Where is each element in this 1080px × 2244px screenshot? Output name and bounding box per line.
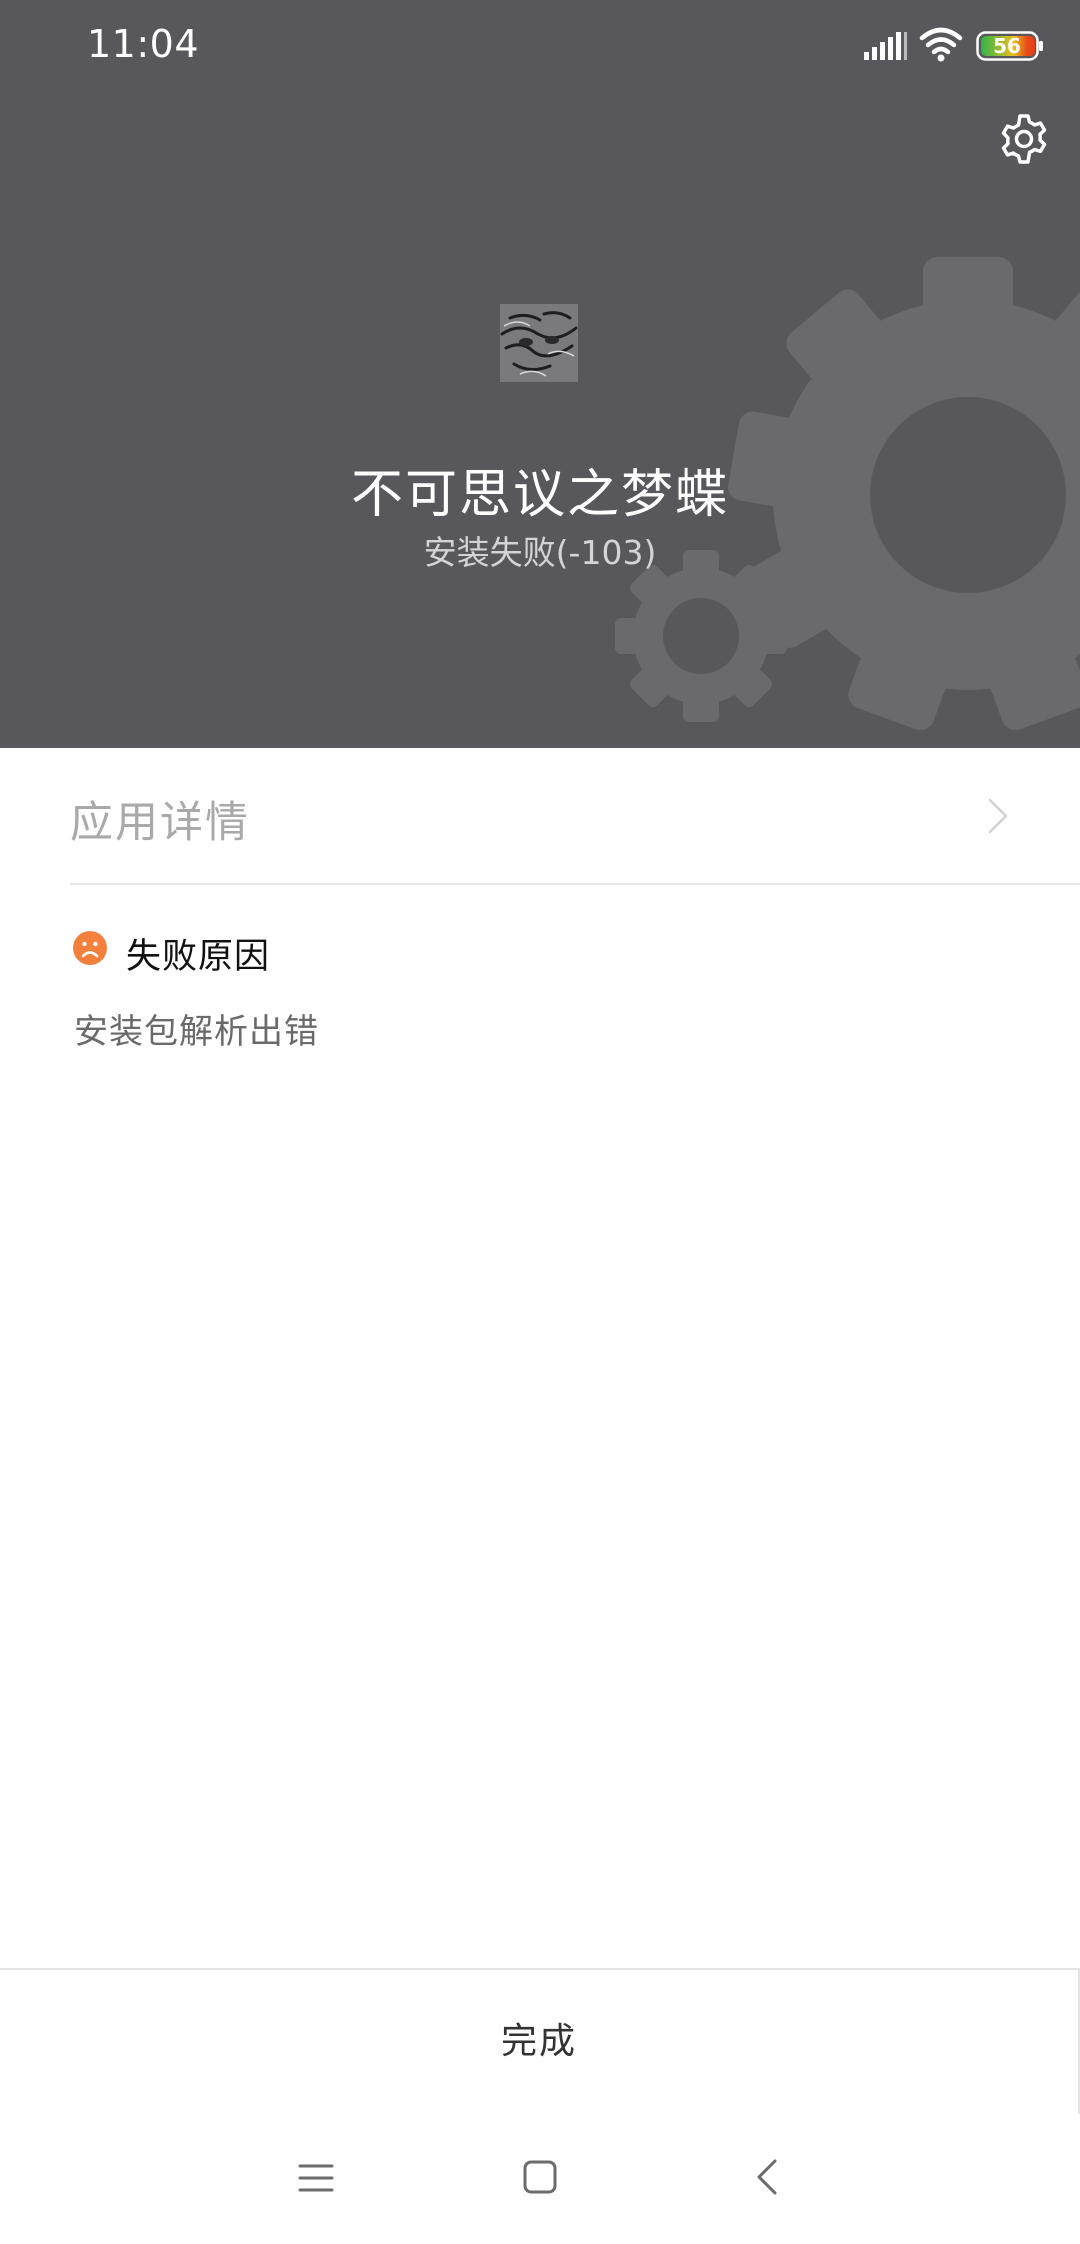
app-details-label: 应用详情	[70, 798, 250, 848]
battery-level: 56	[993, 34, 1021, 58]
done-button[interactable]: 完成	[0, 1968, 1080, 2116]
install-status: 安装失败(-103)	[423, 533, 657, 572]
header-panel: 11:04 56 不可思议之梦蝶 安装失败(-103)	[0, 0, 1080, 748]
failure-reason-text: 安装包解析出错	[74, 1012, 319, 1052]
navigation-bar	[0, 2114, 1080, 2244]
failure-reason-title: 失败原因	[126, 937, 271, 977]
done-button-label: 完成	[500, 2021, 577, 2062]
status-time: 11:04	[87, 22, 200, 66]
status-bar: 11:04 56	[0, 0, 1080, 96]
app-details-row[interactable]: 应用详情	[0, 748, 1080, 884]
back-icon[interactable]	[756, 2158, 778, 2196]
status-icons: 56	[864, 26, 1044, 66]
menu-icon[interactable]	[298, 2162, 334, 2194]
gear-icon	[1001, 114, 1047, 164]
divider	[70, 883, 1080, 885]
signal-icon	[864, 32, 907, 60]
wifi-icon	[919, 27, 963, 62]
app-name: 不可思议之梦蝶	[350, 465, 729, 525]
battery-icon: 56	[976, 31, 1044, 61]
home-icon[interactable]	[523, 2160, 557, 2194]
sad-face-icon	[73, 931, 107, 965]
settings-button[interactable]	[998, 113, 1050, 165]
chevron-right-icon	[988, 798, 1008, 834]
app-icon	[500, 304, 578, 382]
